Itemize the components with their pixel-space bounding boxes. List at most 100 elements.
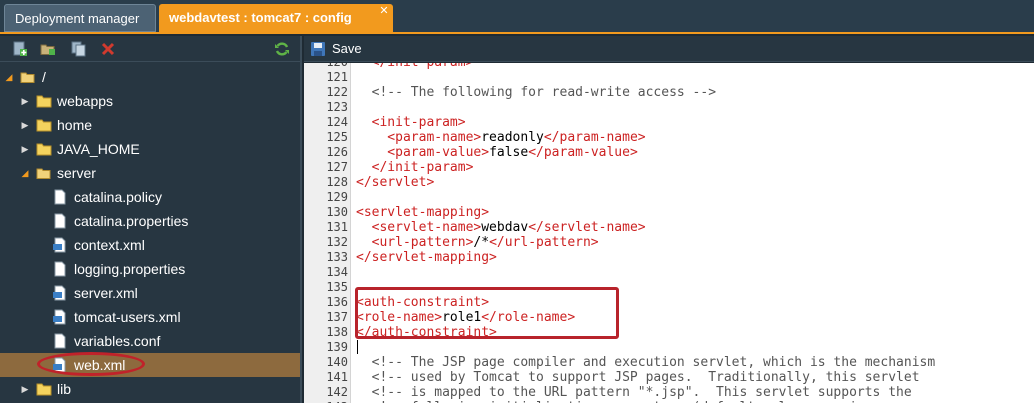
tree-item-catalina-policy[interactable]: catalina.policy	[0, 185, 300, 209]
line-number: 134	[326, 265, 348, 279]
code-line: </init-param>	[356, 160, 474, 175]
xml-tag: </servlet-name>	[528, 220, 646, 235]
close-icon[interactable]: ✕	[378, 5, 390, 17]
expand-arrow-icon[interactable]: ◢	[20, 161, 30, 185]
tree-item-context-xml[interactable]: context.xml	[0, 233, 300, 257]
tree-item-tomcat-users-xml[interactable]: tomcat-users.xml	[0, 305, 300, 329]
delete-icon[interactable]	[100, 41, 116, 57]
tab-config-label: webdavtest : tomcat7 : config	[169, 10, 352, 25]
xml-tag: <init-param>	[356, 115, 466, 130]
line-number: 139	[326, 340, 348, 354]
line-number: 127	[326, 160, 348, 174]
expand-arrow-icon[interactable]: ◢	[4, 65, 14, 89]
annotation-highlight-box	[355, 287, 619, 339]
xml-tag: </param-name>	[543, 130, 646, 145]
annotation-ellipse	[37, 352, 145, 376]
text-cursor	[357, 340, 358, 354]
folder-icon	[36, 95, 52, 108]
tree-label: logging.properties	[74, 261, 186, 277]
xml-tag: </url-pattern>	[489, 235, 599, 250]
line-number: 124	[326, 115, 348, 129]
xml-text: false	[489, 145, 529, 160]
xml-tag: </init-param>	[356, 63, 474, 70]
tree-label: variables.conf	[74, 333, 161, 349]
copy-icon[interactable]	[70, 41, 86, 57]
code-line: </init-param>	[356, 63, 474, 70]
xml-text: readonly	[481, 130, 544, 145]
tree-item-logging-properties[interactable]: logging.properties	[0, 257, 300, 281]
xml-comment: <!-- The following for read-write access…	[356, 85, 717, 100]
xml-comment: <!-- is mapped to the URL pattern "*.jsp…	[356, 385, 912, 400]
line-number: 131	[326, 220, 348, 234]
xml-file-icon	[53, 309, 66, 325]
line-number: 135	[326, 280, 348, 294]
tree-item-webapps[interactable]: ▶ webapps	[0, 89, 300, 113]
collapse-arrow-icon[interactable]: ▶	[20, 89, 30, 113]
code-line: <init-param>	[356, 115, 466, 130]
line-number: 132	[326, 235, 348, 249]
line-number: 128	[326, 175, 348, 189]
save-label: Save	[332, 41, 362, 56]
tree-toolbar	[0, 36, 300, 62]
code-line: <param-name>readonly</param-name>	[356, 130, 646, 145]
line-number: 126	[326, 145, 348, 159]
xml-file-icon	[53, 285, 66, 301]
new-folder-icon[interactable]	[40, 41, 56, 57]
tree-item-lib[interactable]: ▶ lib	[0, 377, 300, 401]
tree-item-variables-conf[interactable]: variables.conf	[0, 329, 300, 353]
tree-item-server-xml[interactable]: server.xml	[0, 281, 300, 305]
line-number: 120	[304, 63, 348, 70]
line-number: 141	[326, 370, 348, 384]
code-line: <param-value>false</param-value>	[356, 145, 638, 160]
tree-label: tomcat-users.xml	[74, 309, 181, 325]
code-line: <!-- The following for read-write access…	[356, 85, 716, 100]
line-number: 142	[326, 385, 348, 399]
folder-icon	[36, 119, 52, 132]
xml-file-icon	[53, 237, 66, 253]
xml-text: /*	[473, 235, 490, 250]
collapse-arrow-icon[interactable]: ▶	[20, 113, 30, 137]
xml-tag: </param-value>	[528, 145, 638, 160]
file-icon	[54, 333, 66, 349]
line-number: 140	[326, 355, 348, 369]
tree-item-home[interactable]: ▶ home	[0, 113, 300, 137]
tree-label: home	[57, 117, 93, 133]
line-number: 136	[326, 295, 348, 309]
tree-root[interactable]: ◢ /	[0, 65, 300, 89]
xml-tag: <param-value>	[356, 145, 490, 160]
line-number: 133	[326, 250, 348, 264]
refresh-icon[interactable]	[274, 41, 290, 57]
file-icon	[54, 261, 66, 277]
xml-tag: </servlet-mapping>	[356, 250, 497, 265]
tab-config-active[interactable]: webdavtest : tomcat7 : config ✕	[159, 4, 393, 32]
tree-item-server[interactable]: ◢ server	[0, 161, 300, 185]
code-line: <!-- The JSP page compiler and execution…	[356, 355, 936, 370]
line-number-gutter: 1201211221231241251261271281291301311321…	[304, 63, 351, 403]
tree-label: catalina.properties	[74, 213, 189, 229]
collapse-arrow-icon[interactable]: ▶	[20, 377, 30, 401]
line-number: 130	[326, 205, 348, 219]
save-icon	[311, 42, 325, 56]
tree-item-java-home[interactable]: ▶ JAVA_HOME	[0, 137, 300, 161]
code-line: <servlet-name>webdav</servlet-name>	[356, 220, 646, 235]
line-number: 121	[326, 70, 348, 84]
folder-open-icon	[20, 72, 35, 83]
tree-label: JAVA_HOME	[57, 141, 140, 157]
xml-tag: <url-pattern>	[356, 235, 474, 250]
file-icon	[54, 189, 66, 205]
tree-item-catalina-properties[interactable]: catalina.properties	[0, 209, 300, 233]
tab-bar: Deployment manager webdavtest : tomcat7 …	[0, 0, 1034, 34]
tree-label: server	[57, 165, 96, 181]
save-button[interactable]: Save	[310, 40, 362, 58]
line-number: 123	[326, 100, 348, 114]
line-number: 125	[326, 130, 348, 144]
tab-deployment-manager[interactable]: Deployment manager	[4, 4, 156, 32]
code-line: <servlet-mapping>	[356, 205, 489, 220]
code-editor[interactable]: 1201211221231241251261271281291301311321…	[304, 63, 1034, 403]
folder-open-icon	[36, 168, 51, 179]
collapse-arrow-icon[interactable]: ▶	[20, 137, 30, 161]
tree-label: catalina.policy	[74, 189, 162, 205]
folder-icon	[36, 383, 52, 396]
new-file-icon[interactable]	[12, 41, 28, 57]
xml-comment: <!-- used by Tomcat to support JSP pages…	[356, 370, 920, 385]
